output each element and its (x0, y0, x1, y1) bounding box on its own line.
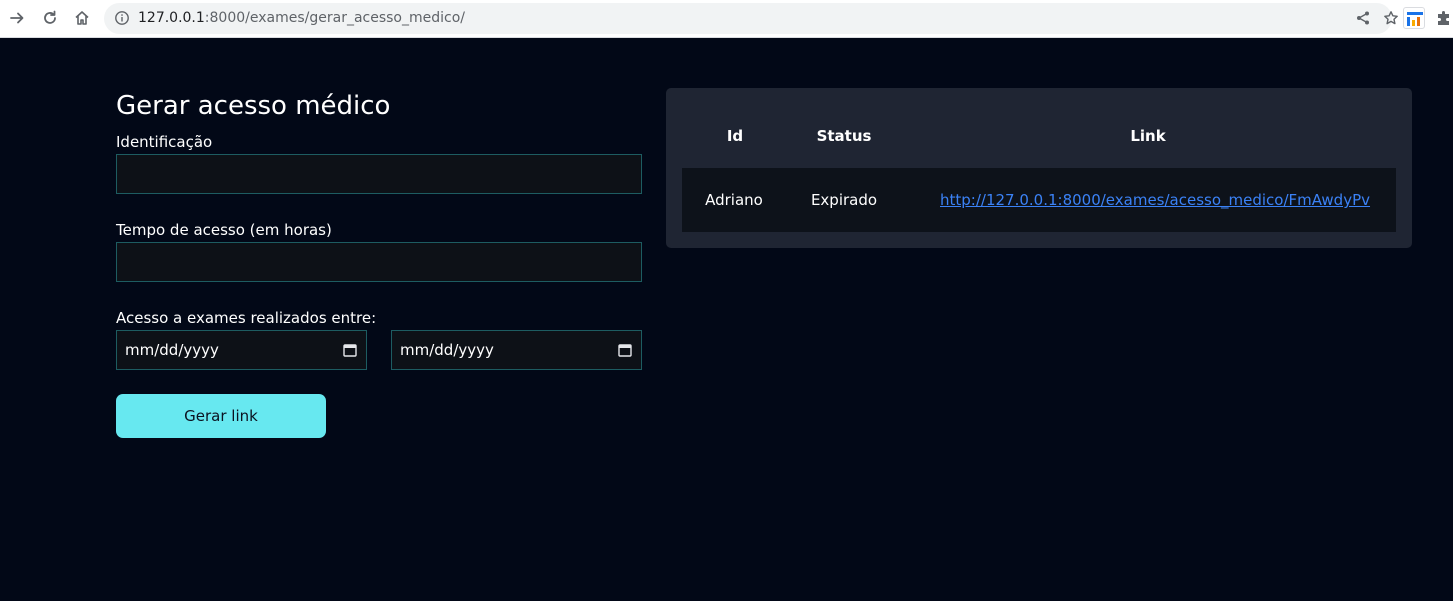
home-button[interactable] (69, 5, 95, 31)
analytics-extension-icon[interactable] (1403, 7, 1425, 29)
page-body: Gerar acesso médico Identificação Tempo … (0, 39, 1453, 601)
page-title: Gerar acesso médico (116, 91, 391, 121)
extensions-puzzle-icon[interactable] (1435, 9, 1453, 27)
identificacao-input[interactable] (116, 154, 642, 194)
info-icon[interactable] (114, 10, 130, 26)
url-path: :8000/exames/gerar_acesso_medico/ (204, 10, 465, 26)
table-header-link: Link (1130, 127, 1166, 145)
gerar-link-button[interactable]: Gerar link (116, 394, 326, 438)
periodo-label: Acesso a exames realizados entre: (116, 309, 377, 327)
data-fim-placeholder: mm/dd/yyyy (400, 341, 494, 359)
arrow-right-icon (10, 12, 24, 24)
forward-button[interactable] (4, 5, 30, 31)
table-row: Adriano Expirado http://127.0.0.1:8000/e… (682, 168, 1396, 232)
reload-button[interactable] (37, 5, 63, 31)
share-icon[interactable] (1355, 10, 1371, 26)
url-text[interactable]: 127.0.0.1:8000/exames/gerar_acesso_medic… (138, 10, 465, 27)
data-fim-input[interactable]: mm/dd/yyyy (391, 330, 642, 370)
calendar-icon[interactable] (618, 343, 632, 357)
row-access-link[interactable]: http://127.0.0.1:8000/exames/acesso_medi… (940, 191, 1370, 209)
identificacao-label: Identificação (116, 133, 213, 151)
row-id: Adriano (705, 191, 763, 209)
data-inicio-placeholder: mm/dd/yyyy (125, 341, 219, 359)
reload-icon (44, 10, 56, 24)
bookmark-star-icon[interactable] (1383, 10, 1399, 26)
access-table: Id Status Link Adriano Expirado http://1… (666, 88, 1412, 248)
row-status: Expirado (810, 191, 878, 209)
table-header-status: Status (816, 127, 872, 145)
tempo-acesso-label: Tempo de acesso (em horas) (116, 221, 332, 239)
data-inicio-input[interactable]: mm/dd/yyyy (116, 330, 367, 370)
tempo-acesso-input[interactable] (116, 242, 642, 282)
calendar-icon[interactable] (343, 343, 357, 357)
table-header-id: Id (726, 127, 744, 145)
home-icon (75, 11, 89, 25)
address-bar[interactable]: 127.0.0.1:8000/exames/gerar_acesso_medic… (104, 3, 1398, 34)
url-host: 127.0.0.1 (138, 10, 205, 26)
browser-toolbar: 127.0.0.1:8000/exames/gerar_acesso_medic… (0, 0, 1453, 38)
